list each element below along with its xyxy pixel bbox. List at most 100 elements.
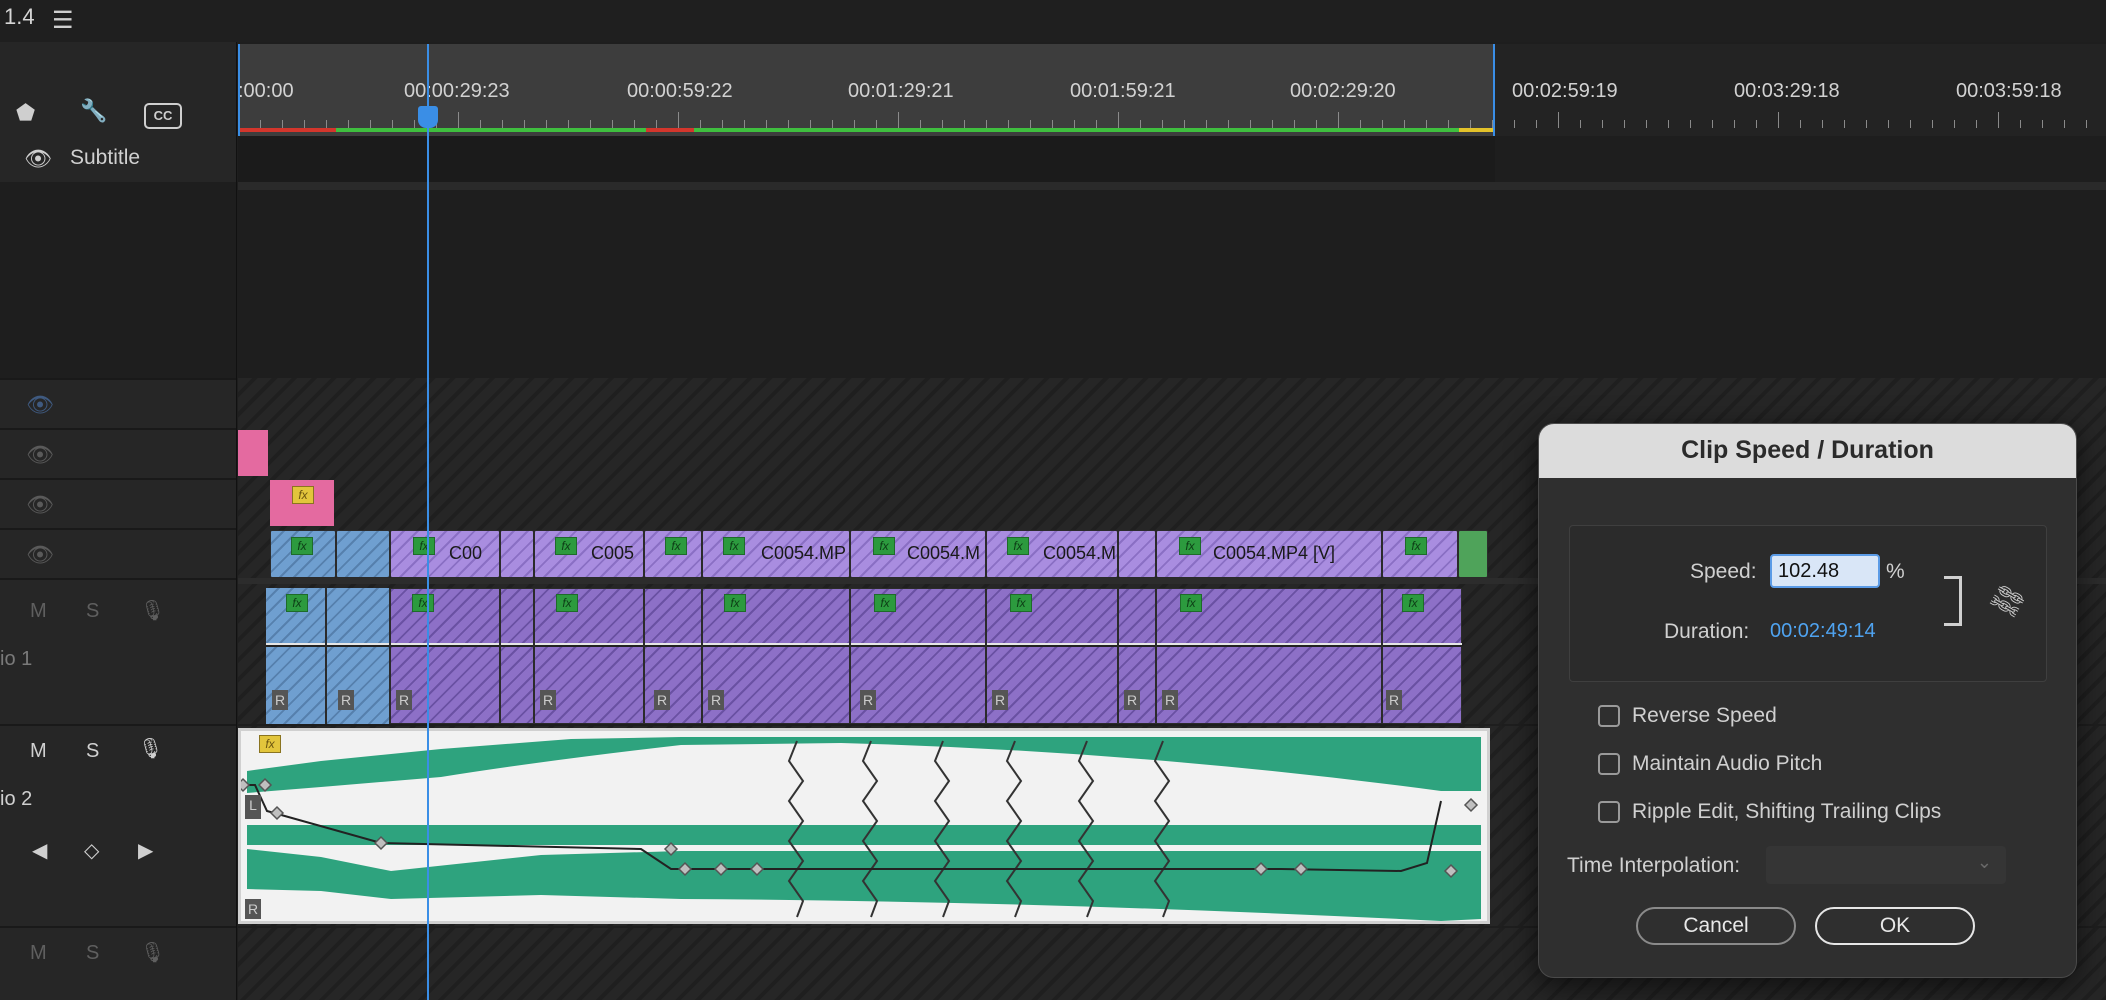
fx-badge: fx [724,594,746,612]
fx-badge: fx [873,537,895,555]
out-point-marker[interactable] [1493,44,1495,136]
ruler-tick [1426,120,1427,128]
ruler-tick [1184,120,1185,128]
microphone-icon[interactable]: 🎙 [140,598,165,623]
add-keyframe-icon[interactable]: ◇ [84,838,99,863]
mute-button[interactable]: M [30,740,47,763]
video-clip[interactable]: fx C0054.M [850,530,986,578]
ruler-tick [568,120,569,128]
next-keyframe-icon[interactable]: ▶ [138,838,153,863]
reverse-speed-checkbox[interactable] [1598,705,1620,727]
fx-badge: fx [1402,594,1424,612]
previous-keyframe-icon[interactable]: ◀ [32,838,47,863]
ok-button[interactable]: OK [1815,907,1975,945]
captions-icon[interactable]: CC [144,103,182,129]
video-clip[interactable]: fx C0054.MP [702,530,850,578]
marker-icon[interactable]: ⬟ [16,100,35,126]
ruler-tick [2020,120,2021,128]
video-clip[interactable]: fx [1382,530,1458,578]
fx-badge: fx [665,537,687,555]
video-clip[interactable] [336,530,390,578]
fx-badge: fx [1405,537,1427,555]
duration-value[interactable]: 00:02:49:14 [1770,620,1876,643]
ruler-tick [1338,112,1339,128]
in-point-marker[interactable] [238,44,240,136]
video-track-header-4: 👁 [0,380,236,430]
microphone-icon[interactable]: 🎙 [138,736,163,761]
ruler-tick [1756,120,1757,128]
timecode-label: 00:00:29:23 [404,80,510,102]
ruler-tick [348,120,349,128]
pink-clip[interactable] [238,430,268,476]
cancel-button[interactable]: Cancel [1636,907,1796,945]
ruler-tick [964,120,965,128]
ruler-tick [1470,120,1471,128]
eye-icon[interactable]: 👁 [26,492,54,518]
audio1-clip-group[interactable]: fx fx fx fx fx fx fx fx R R R R R R R R … [266,588,1462,724]
playhead-handle[interactable] [418,106,438,128]
ruler-tick [414,120,415,128]
pink-clip[interactable]: fx [270,480,334,526]
ruler-tick [1668,120,1669,128]
ruler-tick [1096,120,1097,128]
ruler-tick [1404,120,1405,128]
timecode-label: 00:03:29:18 [1734,80,1840,102]
mute-button[interactable]: M [30,942,47,965]
timecode-label: 00:00:59:22 [627,80,733,102]
right-channel-badge: R [1124,690,1140,710]
fx-badge: fx [556,594,578,612]
video-clip[interactable] [1458,530,1488,578]
maintain-pitch-label: Maintain Audio Pitch [1632,752,1823,775]
speed-input[interactable] [1770,554,1880,588]
hamburger-menu-icon[interactable]: ☰ [52,6,74,35]
sequence-name[interactable]: 1.4 [4,4,35,30]
video-clip[interactable]: fx C0054.MP4 [V] [1156,530,1382,578]
speed-duration-panel [1569,525,2047,682]
ruler-tick [898,112,899,128]
video-clip[interactable]: fx C005 [534,530,644,578]
ruler-tick [260,120,261,128]
ruler-tick [744,120,745,128]
ripple-edit-checkbox[interactable] [1598,801,1620,823]
right-channel-badge: R [540,690,556,710]
video-clip[interactable]: fx C00 [390,530,500,578]
ruler-tick [722,120,723,128]
maintain-pitch-checkbox[interactable] [1598,753,1620,775]
video-clip[interactable] [1118,530,1156,578]
mute-button[interactable]: M [30,600,47,623]
video-clip[interactable]: fx [644,530,702,578]
eye-icon[interactable]: 👁 [24,146,52,172]
speed-label: Speed: [1690,560,1757,583]
ruler-tick [326,120,327,128]
ruler-tick [1690,120,1691,128]
video-clip[interactable]: fx C0054.M [986,530,1118,578]
ruler-tick [810,120,811,128]
ruler-tick [942,120,943,128]
right-channel-badge: R [1386,690,1402,710]
right-channel-badge: R [245,899,261,919]
ruler-tick [1140,120,1141,128]
timecode-label: :00:00 [238,80,294,102]
ruler-tick [1580,120,1581,128]
solo-button[interactable]: S [86,600,99,623]
ruler-tick [458,112,459,128]
right-channel-badge: R [992,690,1008,710]
audio2-selected-clip[interactable]: fx R L [238,728,1490,924]
video-clip[interactable]: fx [270,530,336,578]
audio-track-header-1: M S 🎙 io 1 [0,584,236,726]
eye-hidden-icon[interactable]: 👁 [26,392,54,418]
lane-divider [238,182,2106,190]
video-clip[interactable] [500,530,534,578]
ruler-tick [1008,120,1009,128]
eye-icon[interactable]: 👁 [26,542,54,568]
microphone-icon[interactable]: 🎙 [140,940,165,965]
ruler-tick [1866,120,1867,128]
wrench-icon[interactable]: 🔧 [80,98,107,124]
eye-icon[interactable]: 👁 [26,442,54,468]
solo-button[interactable]: S [86,942,99,965]
playhead-line[interactable] [427,44,429,1000]
solo-button[interactable]: S [86,740,99,763]
ruler-tick [1602,120,1603,128]
ruler-tick [766,120,767,128]
time-interpolation-select[interactable]: ⌄ [1766,846,2006,884]
